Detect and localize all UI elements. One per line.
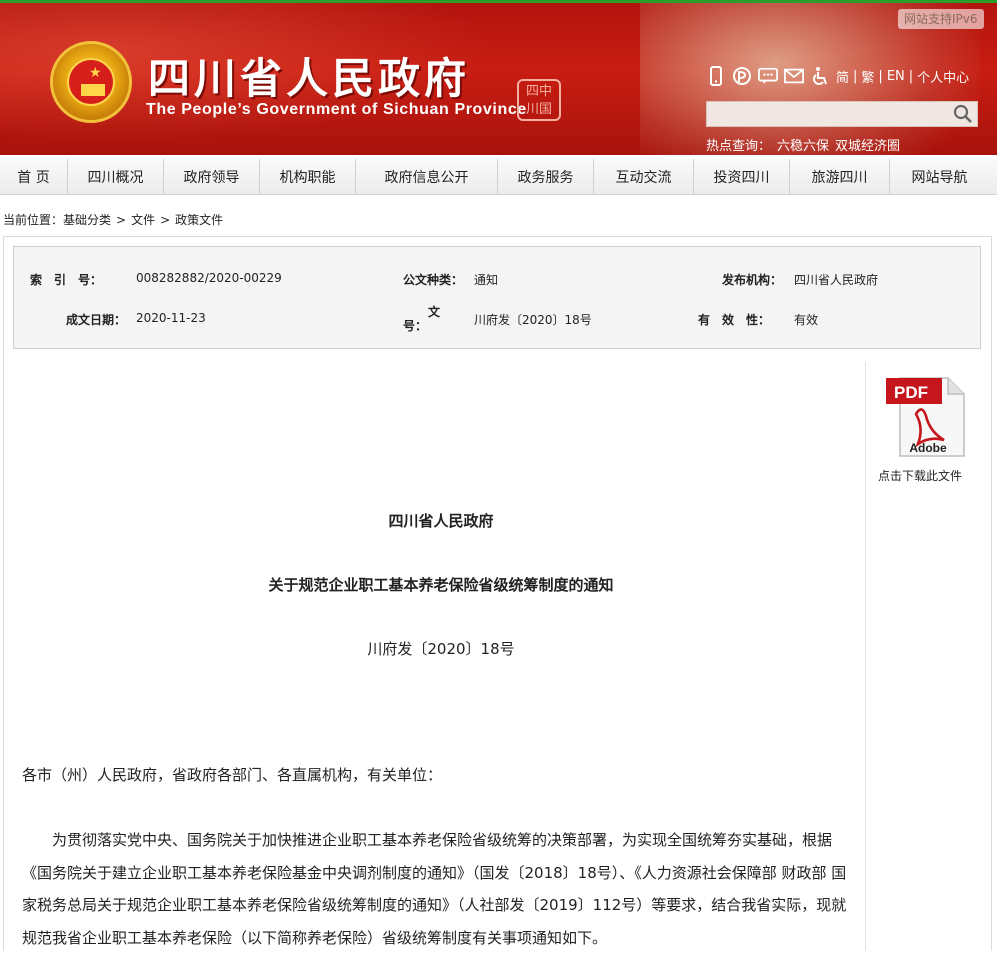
meta-issuer-key: 发布机构： <box>722 273 783 287</box>
header-tools: 简 | 繁 | EN | 个人中心 <box>706 65 969 87</box>
ipv6-badge: 网站支持IPv6 <box>898 9 984 29</box>
emblem-center: ★ <box>67 58 115 106</box>
search-icon <box>953 104 972 123</box>
site-subtitle: The People’s Government of Sichuan Provi… <box>146 101 527 118</box>
nav-government-leaders[interactable]: 政府领导 <box>164 159 260 195</box>
meta-docno-key: 文 <box>428 305 441 319</box>
meta-date-value: 2020-11-23 <box>136 311 206 325</box>
weibo-icon[interactable] <box>732 66 752 86</box>
mail-icon[interactable] <box>784 66 804 86</box>
breadcrumb-item[interactable]: 文件 <box>131 211 155 228</box>
hot-link[interactable]: 六稳六保 <box>777 139 829 154</box>
svg-text:PDF: PDF <box>894 383 928 402</box>
search-input[interactable] <box>707 102 951 126</box>
english-link[interactable]: EN <box>887 69 905 84</box>
document-issuer: 四川省人民政府 <box>388 512 494 530</box>
document-meta-table: 索 引 号： 008282882/2020-00229 公文种类： 通知 发布机… <box>13 246 981 349</box>
meta-type-value: 通知 <box>474 273 499 287</box>
meta-index-value: 008282882/2020-00229 <box>136 271 282 285</box>
nav-interaction[interactable]: 互动交流 <box>594 159 694 195</box>
personal-center-link[interactable]: 个人中心 <box>917 67 969 86</box>
nav-agency-functions[interactable]: 机构职能 <box>260 159 356 195</box>
simplified-link[interactable]: 简 <box>836 67 849 86</box>
seal-logo: 四中 川国 <box>517 79 561 121</box>
breadcrumb-item[interactable]: 政策文件 <box>175 211 223 228</box>
accessibility-icon[interactable] <box>810 66 830 86</box>
breadcrumb-label: 当前位置： <box>3 213 64 227</box>
nav-home[interactable]: 首 页 <box>0 159 68 195</box>
document-salutation: 各市（州）人民政府，省政府各部门、各直属机构，有关单位： <box>22 766 443 784</box>
header-banner: ★ 四川省人民政府 The People’s Government of Sic… <box>0 0 997 155</box>
breadcrumb: 当前位置： 基础分类 > 文件 > 政策文件 <box>3 211 224 228</box>
document-title: 关于规范企业职工基本养老保险省级统筹制度的通知 <box>268 576 614 594</box>
meta-docno-value: 川府发〔2020〕18号 <box>474 313 592 327</box>
meta-validity-value: 有效 <box>794 313 819 327</box>
nav-tourism-sichuan[interactable]: 旅游四川 <box>790 159 890 195</box>
document-number: 川府发〔2020〕18号 <box>367 640 515 658</box>
breadcrumb-item[interactable]: 基础分类 <box>63 211 111 228</box>
hot-link[interactable]: 双城经济圈 <box>835 139 900 154</box>
pdf-download-icon[interactable]: PDF Adobe <box>886 374 966 458</box>
search-button[interactable] <box>949 102 977 126</box>
meta-date-key: 成文日期： <box>66 313 127 327</box>
nav-government-services[interactable]: 政务服务 <box>498 159 594 195</box>
nav-site-map[interactable]: 网站导航 <box>890 159 989 195</box>
national-emblem-icon[interactable]: ★ <box>50 41 132 123</box>
main-nav: 首 页 四川概况 政府领导 机构职能 政府信息公开 政务服务 互动交流 投资四川… <box>0 159 997 195</box>
hot-search-label: 热点查询： <box>706 139 772 154</box>
download-label[interactable]: 点击下载此文件 <box>878 467 962 484</box>
nav-invest-sichuan[interactable]: 投资四川 <box>694 159 790 195</box>
search-box <box>706 101 978 127</box>
meta-type-key: 公文种类： <box>403 273 464 287</box>
nav-sichuan-overview[interactable]: 四川概况 <box>68 159 164 195</box>
mobile-icon[interactable] <box>706 66 726 86</box>
meta-docno-key: 号： <box>403 319 428 333</box>
wechat-icon[interactable] <box>758 66 778 86</box>
document-paragraph: 为贯彻落实党中央、国务院关于加快推进企业职工基本养老保险省级统筹的决策部署，为实… <box>22 831 847 947</box>
hot-search: 热点查询： 六稳六保 双城经济圈 <box>706 135 900 154</box>
svg-text:Adobe: Adobe <box>909 441 947 455</box>
meta-index-key: 索 引 号： <box>30 273 103 287</box>
traditional-link[interactable]: 繁 <box>861 67 874 86</box>
nav-information-disclosure[interactable]: 政府信息公开 <box>356 159 498 195</box>
meta-validity-key: 有 效 性： <box>698 313 771 327</box>
site-title[interactable]: 四川省人民政府 <box>148 45 470 106</box>
meta-issuer-value: 四川省人民政府 <box>794 273 879 287</box>
